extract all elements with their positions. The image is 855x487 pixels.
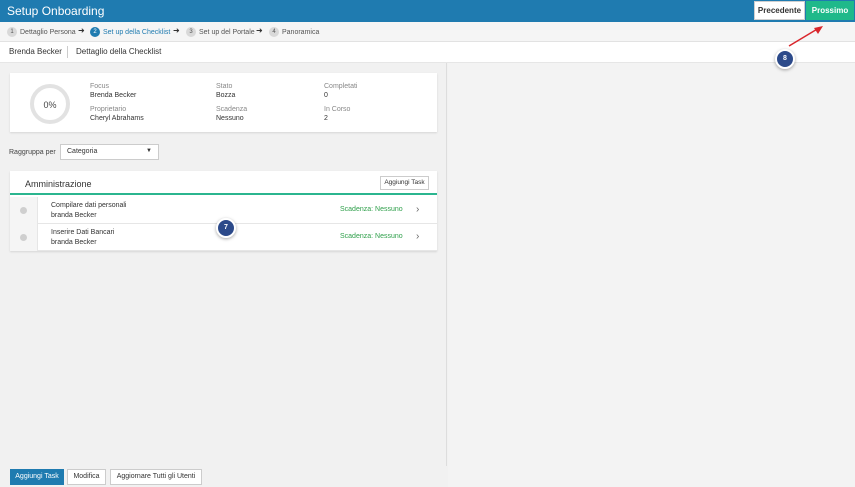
step-number: 2 [90,27,100,37]
next-button[interactable]: Prossimo [806,1,854,20]
add-task-button[interactable]: Aggiungi Task [380,176,429,190]
group-by-label: Raggruppa per [9,149,56,156]
task-assignee: branda Becker [51,239,97,246]
panel-header: Amministrazione Aggiungi Task [10,171,437,195]
breadcrumb-current: Dettaglio della Checklist [76,47,162,56]
page-title: Setup Onboarding [7,4,105,18]
group-by-value: Categoria [67,148,98,155]
callout-badge-7: 7 [216,218,236,238]
step-number: 4 [269,27,279,37]
owner-value: Cheryl Abrahams [90,115,144,122]
step-number: 1 [7,27,17,37]
task-name: Compilare dati personali [51,202,127,209]
status-dot-icon[interactable] [20,207,27,214]
top-bar: Setup Onboarding [0,0,855,22]
breadcrumb: Brenda Becker Dettaglio della Checklist [0,42,855,63]
callout-arrow-icon [788,26,823,47]
step-label: Set up del Portale [199,28,255,36]
owner-label: Proprietario [90,106,127,113]
focus-value: Brenda Becker [90,92,137,99]
arrow-right-icon: ➜ [78,26,85,35]
step-label: Dettaglio Persona [20,28,76,36]
chevron-right-icon[interactable]: › [416,231,419,242]
arrow-right-icon: ➜ [256,26,263,35]
task-due: Scadenza: Nessuno [340,206,403,213]
edit-button[interactable]: Modifica [67,469,106,485]
status-value: Bozza [216,92,236,99]
previous-button[interactable]: Precedente [754,1,805,20]
callout-badge-8: 8 [775,49,795,69]
inprogress-label: In Corso [324,106,351,113]
task-name: Inserire Dati Bancari [51,229,115,236]
status-label: Stato [216,83,233,90]
focus-label: Focus [90,83,110,90]
progress-ring: 0% [30,84,70,124]
completed-label: Completati [324,83,358,90]
step-label: Panoramica [282,28,320,36]
arrow-right-icon: ➜ [173,26,180,35]
step-2[interactable]: 2 Set up della Checklist [90,27,170,37]
right-pane [448,63,855,487]
add-task-footer-button[interactable]: Aggiungi Task [10,469,64,485]
task-due: Scadenza: Nessuno [340,233,403,240]
due-label: Scadenza [216,106,248,113]
caret-down-icon: ▼ [146,148,152,154]
inprogress-value: 2 [324,115,328,122]
task-assignee: branda Becker [51,212,97,219]
step-3[interactable]: 3 Set up del Portale [186,27,255,37]
group-by-select[interactable]: Categoria ▼ [60,144,159,160]
progress-percent: 0% [43,100,57,110]
status-dot-icon[interactable] [20,234,27,241]
step-label: Set up della Checklist [103,28,171,36]
panel-title: Amministrazione [25,179,92,189]
update-all-users-button[interactable]: Aggiornare Tutti gli Utenti [110,469,202,485]
task-status-gutter [10,197,38,224]
summary-card: 0% Focus Brenda Becker Proprietario Cher… [10,73,437,132]
breadcrumb-person[interactable]: Brenda Becker [9,47,62,56]
breadcrumb-divider [67,46,68,58]
chevron-right-icon[interactable]: › [416,204,419,215]
step-4[interactable]: 4 Panoramica [269,27,319,37]
task-status-gutter [10,224,38,251]
step-1[interactable]: 1 Dettaglio Persona [7,27,76,37]
wizard-steps: 1 Dettaglio Persona ➜ 2 Set up della Che… [0,22,855,42]
due-value: Nessuno [216,115,244,122]
step-number: 3 [186,27,196,37]
completed-value: 0 [324,92,328,99]
task-group-panel: Amministrazione Aggiungi Task Compilare … [10,171,437,251]
